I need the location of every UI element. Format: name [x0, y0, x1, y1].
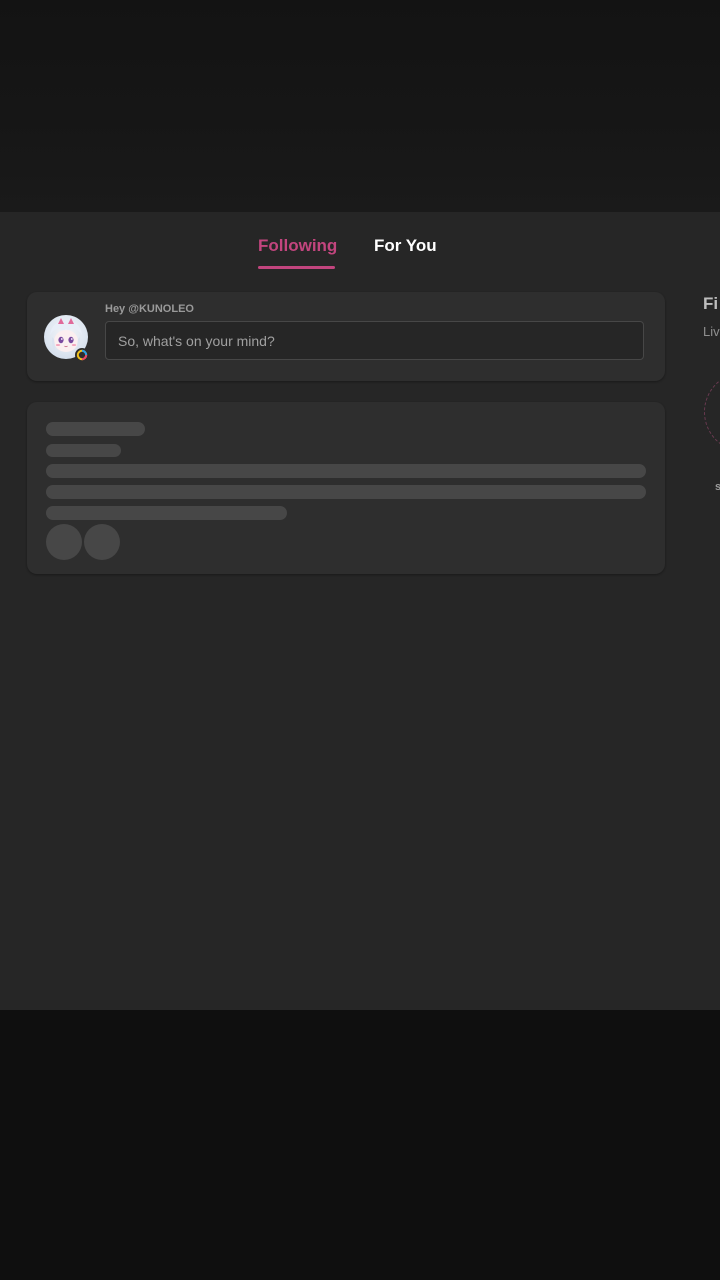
bottom-backdrop	[0, 1010, 720, 1280]
sidebar-live-avatar-ring[interactable]	[704, 372, 720, 452]
post-input[interactable]	[105, 321, 644, 360]
skeleton-line-subtitle	[46, 444, 121, 457]
active-tab-indicator	[258, 266, 335, 269]
skeleton-line-body	[46, 485, 646, 499]
feed-tabs: Following For You	[0, 212, 690, 282]
greeting-text: Hey @KUNOLEO	[105, 303, 194, 315]
status-ring-icon	[75, 348, 89, 362]
anime-avatar-icon[interactable]	[44, 315, 89, 362]
post-skeleton	[27, 402, 665, 574]
skeleton-avatar	[46, 524, 82, 560]
skeleton-avatar	[84, 524, 120, 560]
skeleton-line-body	[46, 464, 646, 478]
tab-for-you[interactable]: For You	[374, 236, 437, 256]
sidebar-title: Fi	[703, 294, 719, 313]
sidebar-subtitle: Liv	[703, 324, 720, 339]
skeleton-line-title	[46, 422, 145, 436]
top-banner	[0, 0, 720, 212]
tab-following[interactable]: Following	[258, 236, 337, 256]
post-composer: Hey @KUNOLEO	[27, 292, 665, 381]
feed-panel: Following For You Hey @KUNOLEO So, what'…	[0, 212, 720, 1010]
sidebar-creator-name: s	[715, 481, 720, 493]
skeleton-line-body-short	[46, 506, 287, 520]
